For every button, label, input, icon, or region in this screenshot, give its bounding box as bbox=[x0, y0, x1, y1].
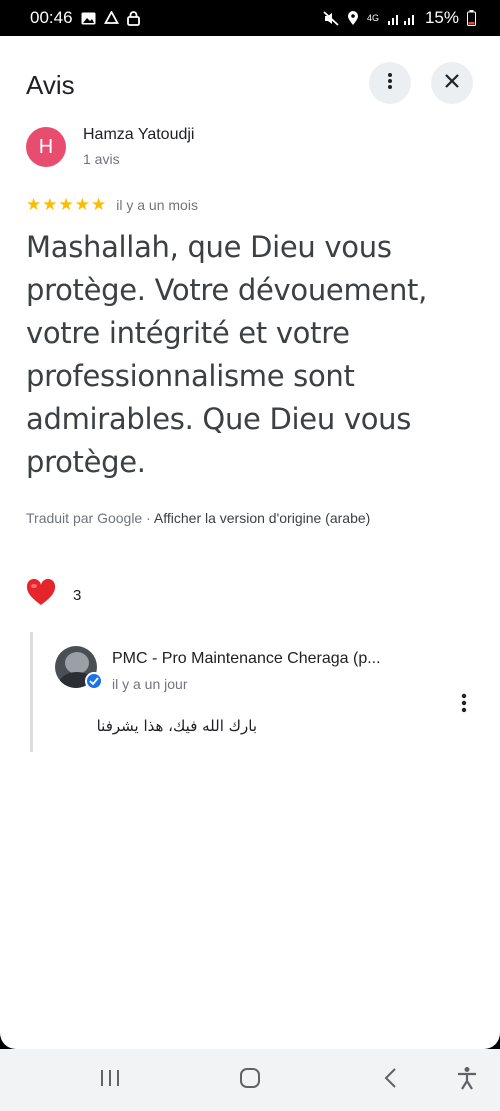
page-title: Avis bbox=[26, 70, 75, 100]
reviewer-info: Hamza Yatoudji 1 avis bbox=[83, 126, 194, 167]
star-rating: ★ ★ ★ ★ ★ bbox=[26, 196, 106, 214]
system-nav-bar bbox=[0, 1049, 500, 1111]
recent-apps-icon bbox=[99, 1068, 121, 1093]
home-button[interactable] bbox=[225, 1049, 275, 1111]
mute-icon bbox=[323, 10, 339, 26]
star-icon: ★ bbox=[26, 195, 42, 214]
lock-icon bbox=[126, 10, 140, 26]
network-type: 4G bbox=[366, 13, 379, 23]
star-icon: ★ bbox=[74, 195, 90, 214]
battery-percent: 15% bbox=[424, 8, 459, 27]
heart-icon bbox=[26, 578, 56, 611]
review-sheet: Avis H Hamza Yatoudji 1 avis ★ ★ ★ ★ ★ il y … bbox=[0, 36, 500, 1049]
recent-apps-button[interactable] bbox=[85, 1049, 135, 1111]
more-options-button[interactable] bbox=[369, 62, 411, 104]
status-bar: 00:46 4G 15% bbox=[0, 0, 500, 36]
star-icon: ★ bbox=[91, 195, 107, 214]
signal-icon bbox=[387, 12, 417, 25]
back-button[interactable] bbox=[365, 1049, 415, 1111]
location-icon bbox=[347, 10, 359, 26]
recycle-icon bbox=[103, 11, 119, 25]
reviewer[interactable]: H Hamza Yatoudji 1 avis bbox=[26, 126, 194, 167]
status-right: 4G 15% bbox=[323, 8, 476, 28]
review-time: il y a un mois bbox=[116, 197, 198, 213]
owner-reply: PMC - Pro Maintenance Cheraga (p... il y… bbox=[30, 632, 480, 752]
home-icon bbox=[239, 1067, 261, 1094]
reaction-button[interactable]: 3 bbox=[26, 578, 82, 611]
accessibility-icon bbox=[456, 1066, 478, 1095]
more-vert-icon bbox=[461, 693, 467, 718]
view-original-link[interactable]: Afficher la version d'origine (arabe) bbox=[154, 510, 370, 526]
avatar[interactable]: H bbox=[26, 127, 66, 167]
reviewer-name[interactable]: Hamza Yatoudji bbox=[83, 126, 194, 144]
more-vert-icon bbox=[387, 72, 393, 95]
sheet-header: Avis bbox=[0, 36, 500, 126]
rating-row: ★ ★ ★ ★ ★ il y a un mois bbox=[26, 196, 198, 214]
translation-note: Traduit par Google · Afficher la version… bbox=[26, 510, 370, 526]
owner-name[interactable]: PMC - Pro Maintenance Cheraga (p... bbox=[112, 650, 442, 668]
close-icon bbox=[445, 73, 459, 93]
reaction-count: 3 bbox=[73, 586, 82, 604]
accessibility-button[interactable] bbox=[442, 1049, 492, 1111]
verified-check-icon bbox=[85, 672, 103, 690]
reply-more-button[interactable] bbox=[454, 692, 474, 718]
owner-reply-text: بارك الله فيك، هذا يشرفنا bbox=[96, 717, 257, 735]
battery-icon bbox=[467, 10, 476, 26]
review-text: Mashallah, que Dieu vous protège. Votre … bbox=[26, 230, 428, 479]
owner-reply-time: il y a un jour bbox=[112, 676, 188, 692]
back-icon bbox=[383, 1067, 397, 1094]
translated-by-label: Traduit par Google · bbox=[26, 510, 154, 526]
status-time: 00:46 bbox=[30, 8, 73, 27]
star-icon: ★ bbox=[58, 195, 74, 214]
close-button[interactable] bbox=[431, 62, 473, 104]
gallery-icon bbox=[81, 12, 96, 25]
status-left: 00:46 bbox=[30, 8, 140, 28]
reviewer-review-count: 1 avis bbox=[83, 151, 120, 167]
star-icon: ★ bbox=[42, 195, 58, 214]
